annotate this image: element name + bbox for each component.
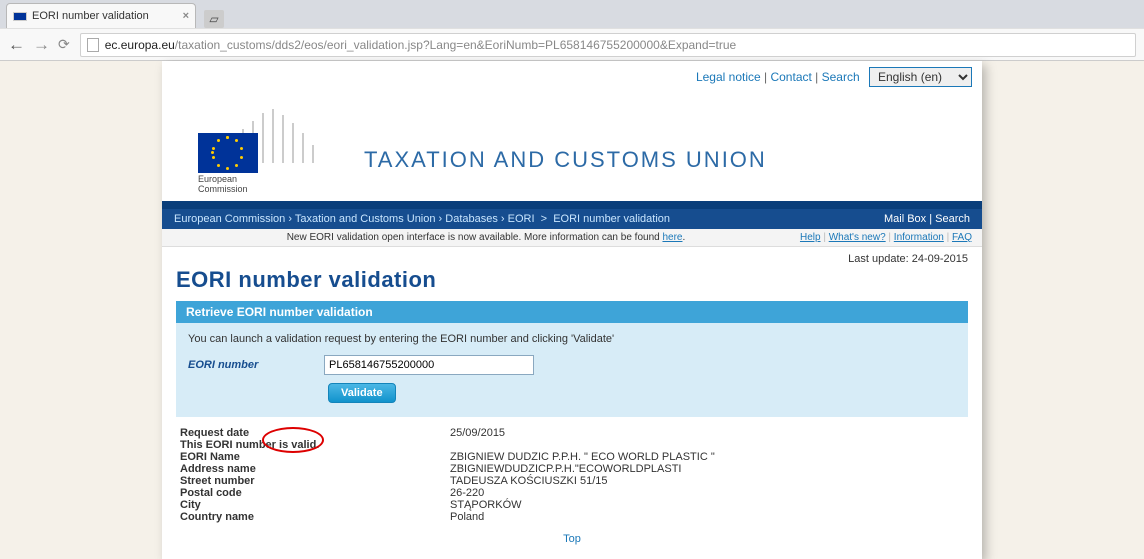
back-icon[interactable]: ← <box>8 35 25 55</box>
mailbox-link[interactable]: Mail Box <box>884 213 926 225</box>
address-bar[interactable]: ec.europa.eu/taxation_customs/dds2/eos/e… <box>80 33 1136 57</box>
eu-flag-icon <box>198 133 258 173</box>
eori-number-label: EORI number <box>188 359 308 371</box>
result-value-2: TADEUSZA KOŚCIUSZKI 51/15 <box>450 475 608 487</box>
page-title: EORI number validation <box>162 265 982 301</box>
reload-icon[interactable]: ⟳ <box>58 36 70 53</box>
header: EuropeanCommission TAXATION AND CUSTOMS … <box>162 93 982 201</box>
notice-bar: New EORI validation open interface is no… <box>162 229 982 247</box>
result-value-4: STĄPORKÓW <box>450 499 522 511</box>
site-title: TAXATION AND CUSTOMS UNION <box>364 147 767 197</box>
tab-title: EORI number validation <box>32 10 149 22</box>
result-label-4: City <box>180 499 450 511</box>
ec-logo: EuropeanCommission <box>186 97 336 197</box>
breadcrumb: European Commission › Taxation and Custo… <box>174 213 670 225</box>
result-label-3: Postal code <box>180 487 450 499</box>
breadcrumb-bar: European Commission › Taxation and Custo… <box>162 209 982 229</box>
browser-tab[interactable]: EORI number validation × <box>6 3 196 28</box>
crumb-0[interactable]: European Commission <box>174 213 285 225</box>
result-value-0: ZBIGNIEW DUDZIC P.P.H. " ECO WORLD PLAST… <box>450 451 715 463</box>
results-block: Request date 25/09/2015 This EORI number… <box>162 417 982 527</box>
notice-here-link[interactable]: here <box>662 232 682 243</box>
forward-icon[interactable]: → <box>33 35 50 55</box>
whatsnew-link[interactable]: What's new? <box>829 232 886 243</box>
request-date-label: Request date <box>180 427 450 439</box>
crumb-4[interactable]: EORI number validation <box>553 213 670 225</box>
retrieve-panel: You can launch a validation request by e… <box>176 323 968 417</box>
url-host: ec.europa.eu <box>105 38 175 52</box>
logo-caption: EuropeanCommission <box>198 175 248 195</box>
close-tab-icon[interactable]: × <box>183 10 189 22</box>
request-date-value: 25/09/2015 <box>450 427 505 439</box>
right-crumb: Mail Box | Search <box>884 213 970 225</box>
search-link-top[interactable]: Search <box>822 70 860 84</box>
information-link[interactable]: Information <box>894 232 944 243</box>
tab-strip: EORI number validation × ▱ <box>0 0 1144 28</box>
result-value-5: Poland <box>450 511 484 523</box>
last-update: Last update: 24-09-2015 <box>162 247 982 265</box>
result-label-1: Address name <box>180 463 450 475</box>
crumb-2[interactable]: Databases <box>445 213 498 225</box>
address-bar-row: ← → ⟳ ec.europa.eu/taxation_customs/dds2… <box>0 28 1144 60</box>
faq-link[interactable]: FAQ <box>952 232 972 243</box>
result-label-0: EORI Name <box>180 451 450 463</box>
eori-number-input[interactable] <box>324 355 534 375</box>
blue-bar <box>162 201 982 209</box>
result-value-1: ZBIGNIEWDUDZICP.P.H."ECOWORLDPLASTI <box>450 463 681 475</box>
crumb-3[interactable]: EORI <box>508 213 535 225</box>
eu-favicon <box>13 12 27 21</box>
top-link[interactable]: Top <box>563 533 581 545</box>
new-tab-button[interactable]: ▱ <box>204 10 224 28</box>
crumb-1[interactable]: Taxation and Customs Union <box>295 213 436 225</box>
result-label-2: Street number <box>180 475 450 487</box>
browser-chrome: EORI number validation × ▱ ← → ⟳ ec.euro… <box>0 0 1144 61</box>
page-content: Legal notice | Contact | Search English … <box>162 61 982 559</box>
result-label-5: Country name <box>180 511 450 523</box>
help-link[interactable]: Help <box>800 232 821 243</box>
result-value-3: 26-220 <box>450 487 484 499</box>
language-select[interactable]: English (en) <box>869 67 972 87</box>
page-icon <box>87 38 99 52</box>
retrieve-heading: Retrieve EORI number validation <box>176 301 968 323</box>
contact-link[interactable]: Contact <box>770 70 811 84</box>
nav-arrows: ← → ⟳ <box>8 35 70 55</box>
search-link[interactable]: Search <box>935 213 970 225</box>
retrieve-intro: You can launch a validation request by e… <box>188 333 956 345</box>
url-path: /taxation_customs/dds2/eos/eori_validati… <box>175 38 736 52</box>
top-links: Legal notice | Contact | Search English … <box>162 61 982 93</box>
valid-text: This EORI number is valid. <box>180 439 450 451</box>
notice-text: New EORI validation open interface is no… <box>287 232 663 243</box>
validate-button[interactable]: Validate <box>328 383 396 403</box>
legal-notice-link[interactable]: Legal notice <box>696 70 761 84</box>
